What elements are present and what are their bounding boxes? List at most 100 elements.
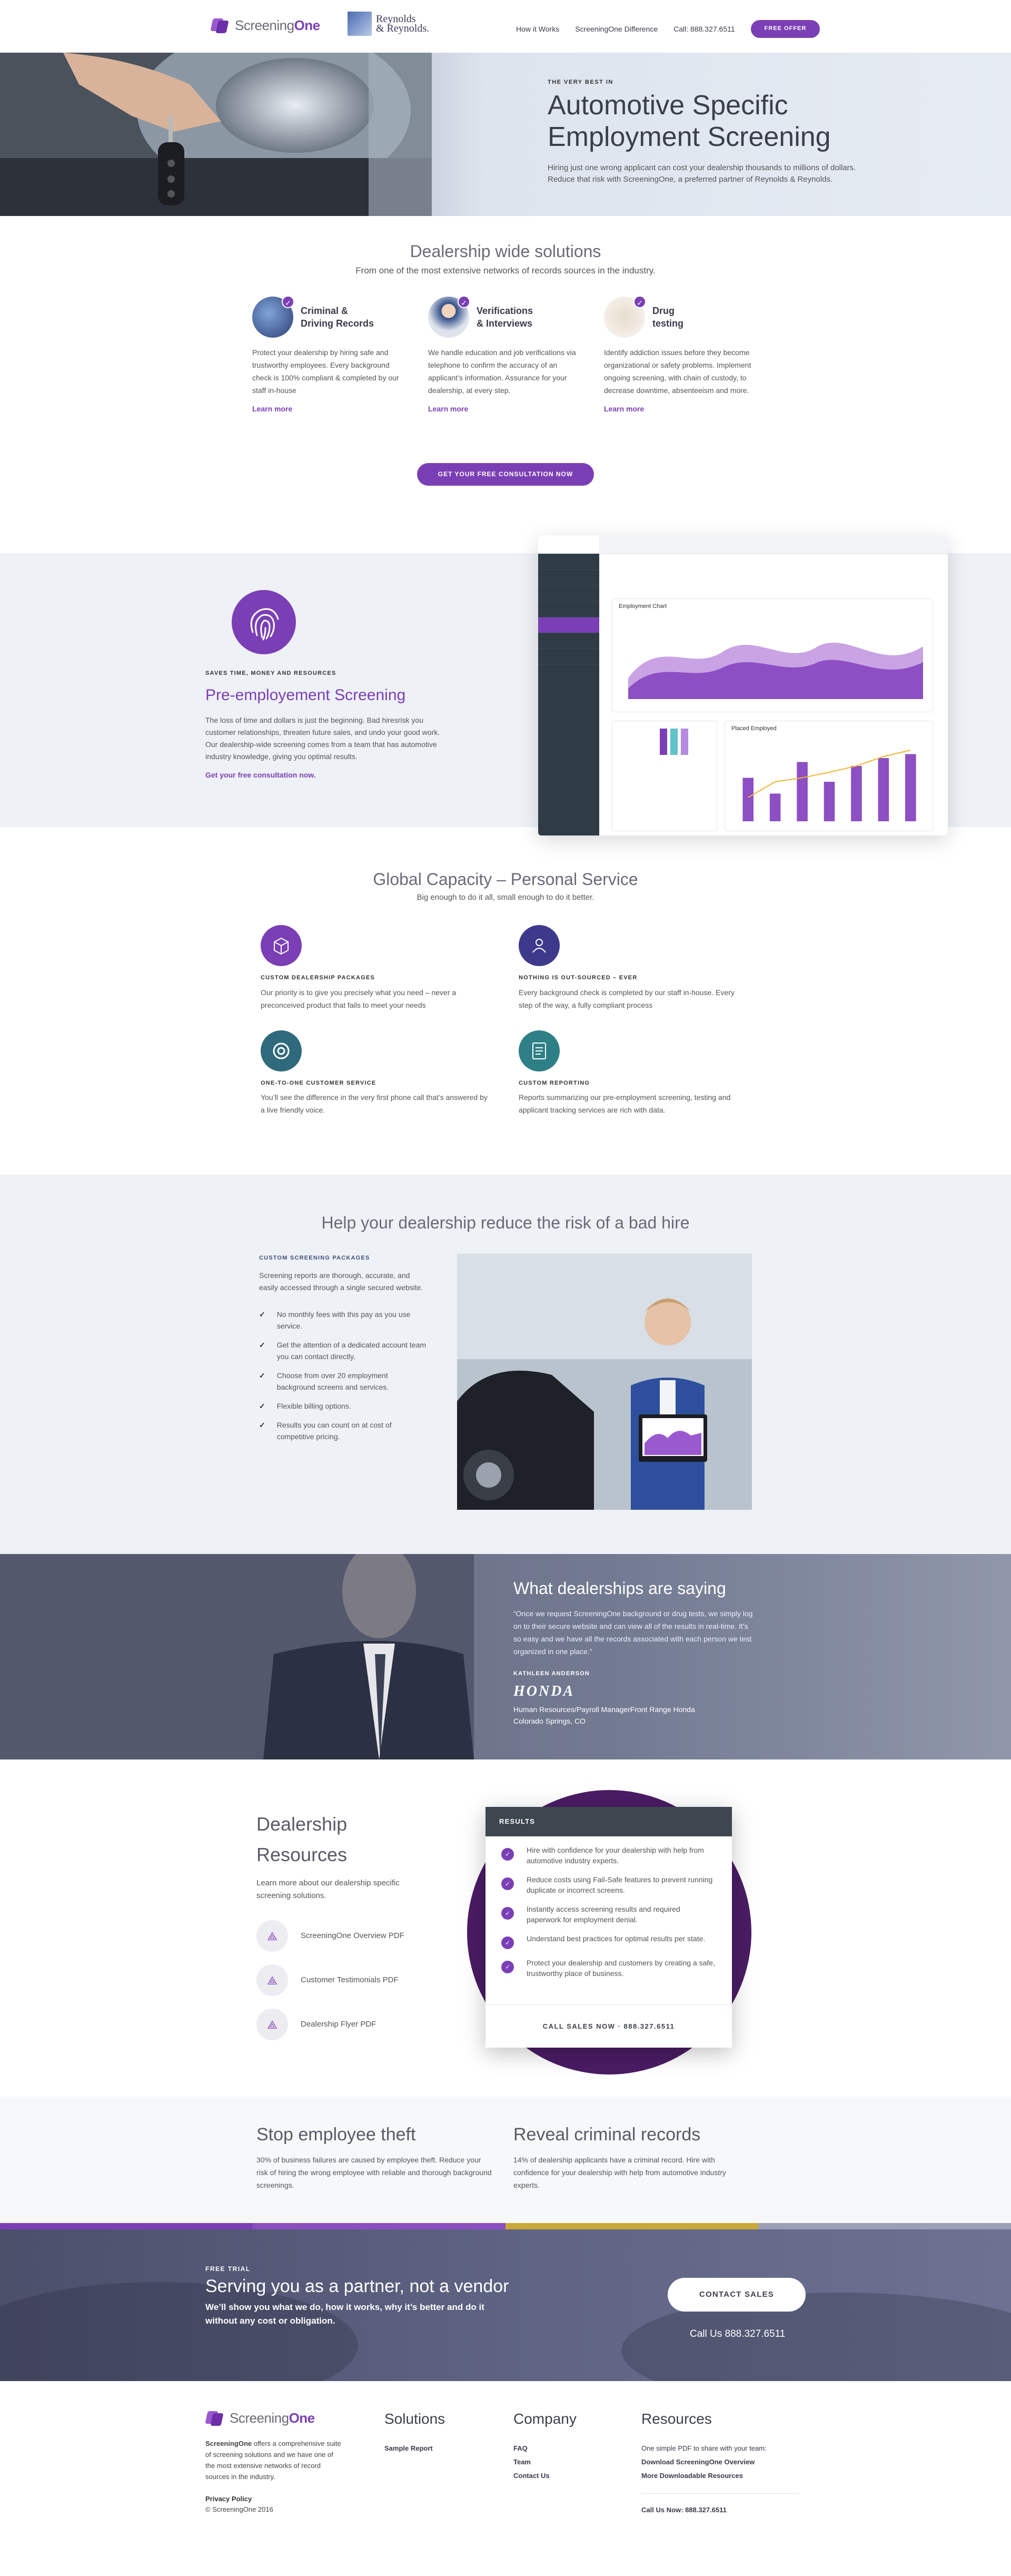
pdf-overview-link[interactable]: ⟁ ScreeningOne Overview PDF [256, 1920, 430, 1952]
cta-kicker: FREE TRIAL [205, 2265, 251, 2273]
footer-faq-link[interactable]: FAQ [513, 2443, 577, 2454]
pre-consultation-link[interactable]: Get your free consultation now. [205, 769, 453, 781]
pdf-flyer-link[interactable]: ⟁ Dealership Flyer PDF [256, 2009, 430, 2041]
chart-bar [851, 765, 862, 821]
check-icon: ✓ [259, 1310, 265, 1319]
businessman-image [0, 1554, 474, 1759]
cta-section: FREE TRIAL Serving you as a partner, not… [0, 2223, 1011, 2381]
solutions-subtitle: From one of the most extensive networks … [355, 266, 656, 276]
testimonial-title: What dealerships are saying [513, 1579, 726, 1598]
chart-bar [824, 781, 835, 821]
feature-nothing-outsourced: NOTHING IS OUT-SOURCED – EVER Every back… [519, 925, 750, 1011]
list-item: ✓ Get the attention of a dedicated accoun… [259, 1339, 428, 1362]
criminal-records-body: 14% of dealership applicants have a crim… [513, 2156, 726, 2189]
learn-more-link[interactable]: Learn more [604, 403, 644, 415]
testimonial-section: What dealerships are saying “Once we req… [0, 1554, 1011, 1759]
help-intro: Screening reports are thorough, accurate… [259, 1271, 423, 1292]
color-bar [0, 2223, 1011, 2229]
feature-custom-packages: CUSTOM DEALERSHIP PACKAGES Our priority … [261, 925, 492, 1011]
footer-resources-title: Resources [641, 2411, 712, 2427]
check-icon: ✓ [259, 1420, 265, 1429]
call-sales-link[interactable]: CALL SALES NOW · 888.327.6511 [485, 2004, 732, 2048]
help-kicker: CUSTOM SCREENING PACKAGES [259, 1255, 370, 1261]
footer-more-resources-link[interactable]: More Downloadable Resources [641, 2470, 799, 2482]
pdf-testimonials-link[interactable]: ⟁ Customer Testimonials PDF [256, 1964, 430, 1997]
footer-contact-link[interactable]: Contact Us [513, 2470, 577, 2482]
check-icon: ✓ [501, 1877, 514, 1890]
footer-download-overview-link[interactable]: Download ScreeningOne Overview [641, 2456, 799, 2468]
placed-employed-chart [742, 749, 916, 821]
partner-logo: Reynolds & Reynolds. [348, 12, 429, 36]
nav-call[interactable]: Call: 888.327.6511 [673, 23, 735, 35]
nav-how-it-works[interactable]: How it Works [516, 23, 559, 35]
hero-subtitle: Hiring just one wrong applicant can cost… [548, 163, 856, 184]
pre-employment-section: SAVES TIME, MONEY AND RESOURCES Pre-empl… [0, 535, 1011, 835]
cta-call-link[interactable]: Call Us 888.327.6511 [690, 2326, 785, 2342]
report-icon [519, 1030, 560, 1071]
free-consultation-button[interactable]: GET YOUR FREE CONSULTATION NOW [417, 463, 594, 486]
copyright: © ScreeningOne 2016 [205, 2505, 273, 2514]
list-item: ✓ No monthly fees with this pay as you us… [259, 1309, 428, 1332]
salesman-laptop-image [457, 1254, 752, 1510]
footer-team-link[interactable]: Team [513, 2456, 577, 2468]
pre-body: The loss of time and dollars is just the… [205, 715, 440, 761]
feature-customer-service: ONE-TO-ONE CUSTOMER SERVICE You’ll see t… [261, 1030, 492, 1117]
solutions-title: Dealership wide solutions [410, 242, 601, 261]
chart-bar [769, 793, 781, 821]
partner-logo-mark-icon [348, 12, 372, 36]
check-icon: ✓ [282, 296, 294, 309]
nav-difference[interactable]: ScreeningOne Difference [575, 23, 658, 35]
chart-bar [905, 754, 916, 821]
placed-employed-panel: Placed Employed [725, 721, 933, 831]
fingerprint-icon [232, 590, 296, 654]
footer-logo[interactable]: ScreeningOne [205, 2407, 342, 2430]
global-title: Global Capacity – Personal Service [373, 870, 638, 889]
dashboard-screenshot: Employment Chart Placed Employed [538, 535, 948, 835]
footer-resources-intro: One simple PDF to share with your team: [641, 2444, 767, 2452]
employment-chart-panel: Employment Chart [612, 598, 933, 712]
privacy-policy-link[interactable]: Privacy Policy [205, 2494, 342, 2505]
list-item: ✓ Flexible billing options. [259, 1400, 428, 1412]
footer-solutions-title: Solutions [384, 2411, 445, 2427]
chart-bar [742, 778, 754, 821]
check-icon: ✓ [259, 1340, 265, 1349]
list-item: ✓ Choose from over 20 employment backgrou… [259, 1370, 428, 1393]
check-icon: ✓ [259, 1371, 265, 1380]
pdf-icon: ⟁ [256, 1964, 288, 1997]
check-icon: ✓ [458, 296, 470, 309]
team-icon [519, 925, 560, 966]
card-criminal: ✓ Criminal & Driving Records Protect your… [252, 296, 407, 416]
free-offer-button[interactable]: FREE OFFER [750, 20, 820, 38]
learn-more-link[interactable]: Learn more [428, 403, 468, 415]
list-item: ✓ Hire with confidence for your dealershi… [485, 1845, 732, 1866]
check-icon: ✓ [259, 1401, 265, 1410]
results-card: RESULTS ✓ Hire with confidence for your d… [485, 1807, 732, 2048]
check-icon: ✓ [501, 1936, 514, 1949]
chart-bar [878, 758, 889, 821]
results-title: RESULTS [485, 1807, 732, 1836]
pdf-icon: ⟁ [256, 1920, 288, 1952]
brand-logo[interactable]: ScreeningOne [210, 15, 320, 37]
check-icon: ✓ [501, 1961, 514, 1973]
footer-call-link[interactable]: Call Us Now: 888.327.6511 [641, 2504, 799, 2516]
check-icon: ✓ [501, 1907, 514, 1920]
contact-sales-button[interactable]: CONTACT SALES [668, 2278, 806, 2312]
testimonial-name: KATHLEEN ANDERSON [513, 1670, 590, 1677]
dashboard-topbar [599, 535, 948, 554]
hero-eyebrow: THE VERY BEST IN [548, 79, 613, 85]
help-title: Help your dealership reduce the risk of … [321, 1213, 690, 1232]
criminal-records-icon: ✓ [252, 296, 294, 338]
employment-area-chart [628, 642, 923, 699]
hero-title: Automotive Specific Employment Screening [548, 90, 831, 152]
list-item: ✓ Understand best practices for optimal r… [485, 1933, 732, 1949]
site-header: ScreeningOne Reynolds & Reynolds. How it … [0, 0, 1011, 53]
check-icon: ✓ [501, 1848, 514, 1861]
learn-more-link[interactable]: Learn more [252, 403, 292, 415]
footer-sample-report-link[interactable]: Sample Report [384, 2443, 445, 2454]
resources-section: Dealership Resources Learn more about ou… [0, 1759, 1011, 2097]
footer-company-title: Company [513, 2411, 577, 2427]
benefit-list: ✓ No monthly fees with this pay as you us… [259, 1309, 428, 1442]
card-drug-testing: ✓ Drug testing Identify addiction issues … [604, 296, 759, 416]
drug-test-icon: ✓ [604, 296, 646, 338]
honda-logo: HONDA [513, 1683, 575, 1699]
